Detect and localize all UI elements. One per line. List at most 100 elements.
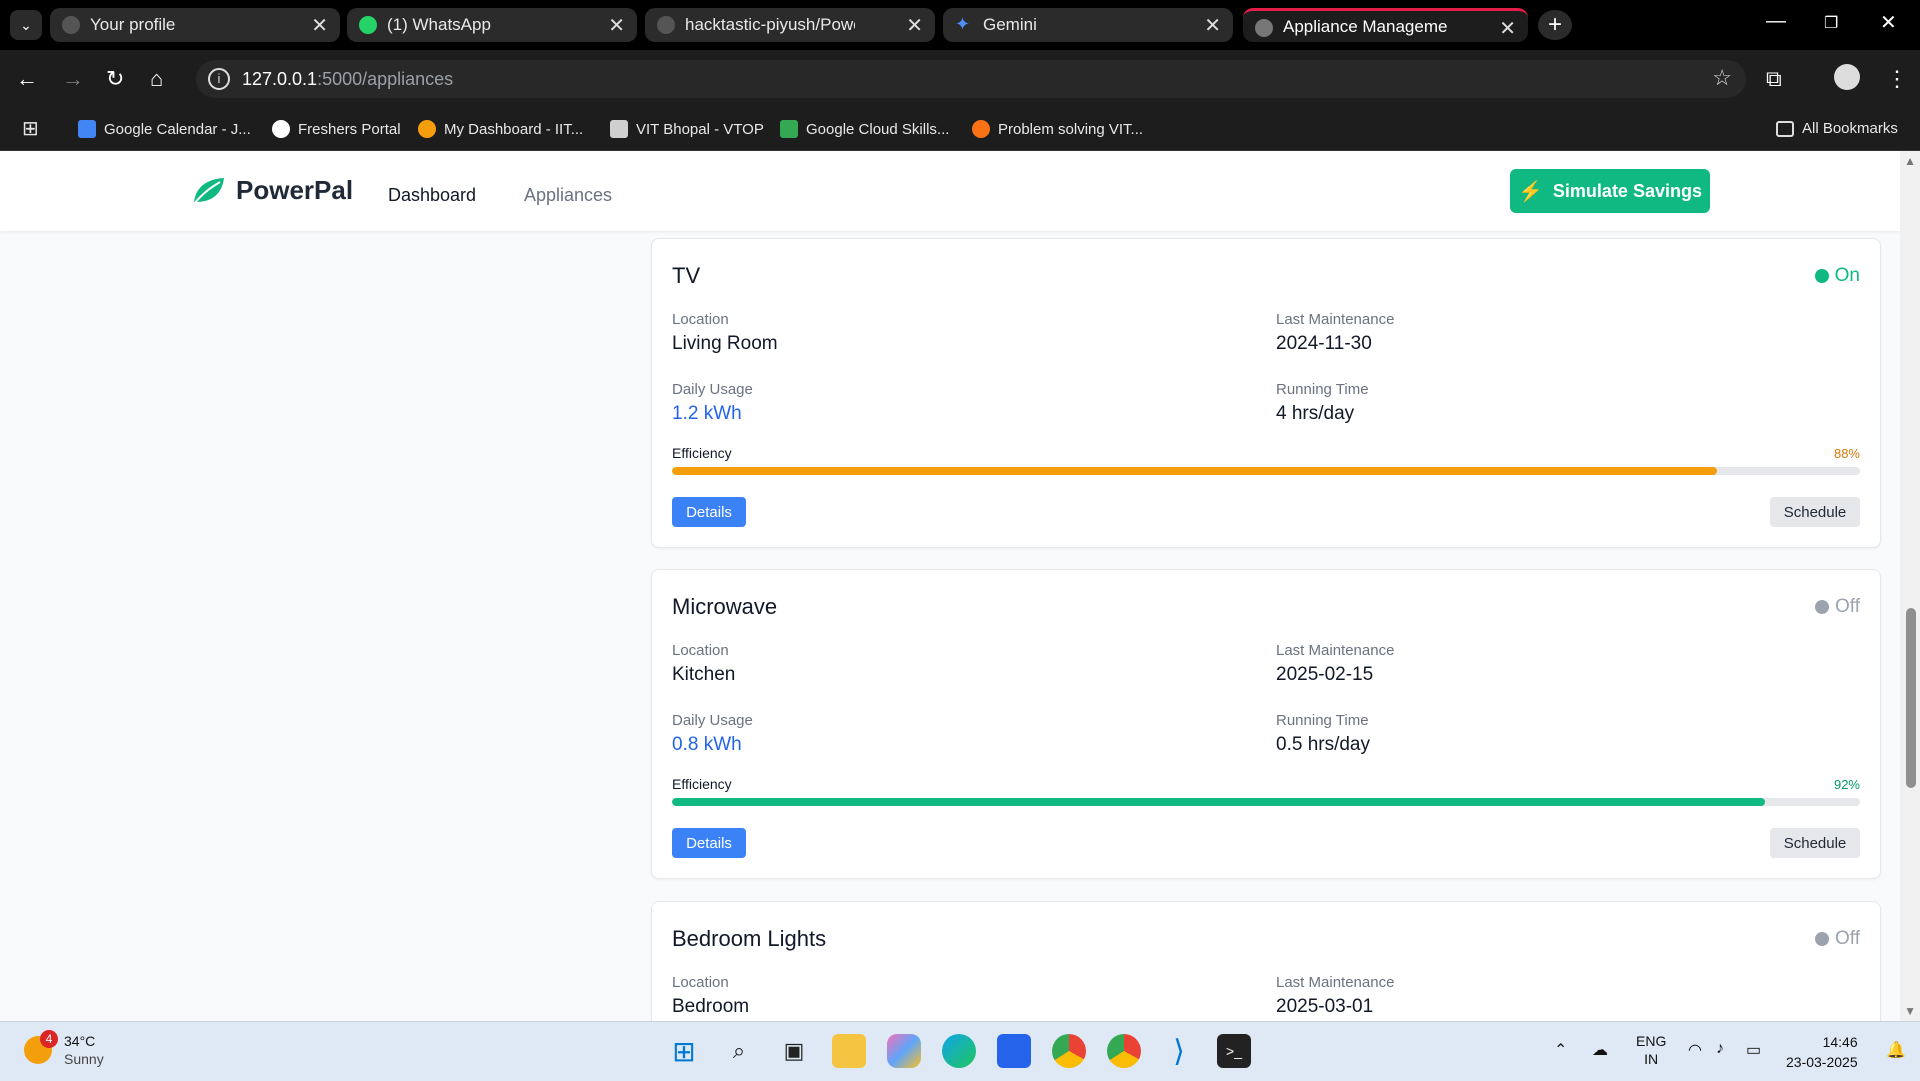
details-button[interactable]: Details: [672, 497, 746, 527]
scrollbar-thumb[interactable]: [1906, 608, 1916, 788]
clock-time: 14:46: [1822, 1034, 1858, 1050]
edge-icon[interactable]: [942, 1034, 976, 1068]
minimize-icon[interactable]: —: [1766, 10, 1786, 33]
tab-label: Your profile: [90, 15, 176, 34]
wifi-icon[interactable]: ◠: [1688, 1040, 1702, 1060]
task-view-icon[interactable]: ▣: [777, 1034, 811, 1068]
close-icon[interactable]: ✕: [1204, 13, 1221, 38]
calendar-icon: [78, 120, 96, 138]
tab-github-repo[interactable]: hacktastic-piyush/PowerPal-Pro ✕: [645, 8, 935, 42]
dashboard-icon: [418, 120, 436, 138]
nav-appliances[interactable]: Appliances: [524, 185, 612, 206]
chrome-profile-icon[interactable]: [1107, 1034, 1141, 1068]
battery-icon[interactable]: ▭: [1746, 1040, 1761, 1060]
vtop-icon: [610, 120, 628, 138]
apps-grid-icon[interactable]: ⊞: [22, 116, 39, 141]
terminal-icon[interactable]: >_: [1217, 1034, 1251, 1068]
simulate-savings-label: Simulate Savings: [1552, 180, 1702, 201]
efficiency-bar-fill: [672, 798, 1765, 806]
file-explorer-icon[interactable]: [832, 1034, 866, 1068]
browser-tab-bar: ⌄ Your profile ✕ (1) WhatsApp ✕ hacktast…: [0, 0, 1920, 50]
copilot-icon[interactable]: [887, 1034, 921, 1068]
maintenance-label: Last Maintenance: [1276, 642, 1395, 659]
brand-logo[interactable]: PowerPal: [190, 175, 353, 206]
github-icon: [62, 16, 80, 34]
page-viewport: PowerPal Dashboard Appliances ⚡ Simulate…: [0, 151, 1900, 1021]
page-scrollbar[interactable]: [1900, 151, 1920, 1021]
status-badge: Off: [1815, 596, 1860, 618]
status-badge: On: [1814, 265, 1860, 287]
bookmark-item[interactable]: VIT Bhopal - VTOP: [610, 120, 764, 138]
nav-dashboard[interactable]: Dashboard: [388, 185, 476, 206]
scroll-down-icon[interactable]: ▼: [1904, 1004, 1916, 1018]
details-button[interactable]: Details: [672, 828, 746, 858]
bookmark-item[interactable]: Google Cloud Skills...: [780, 120, 949, 138]
scroll-up-icon[interactable]: ▲: [1904, 154, 1916, 168]
windows-start-icon[interactable]: ⊞: [667, 1034, 701, 1068]
bookmark-item[interactable]: Google Calendar - J...: [78, 120, 251, 138]
volume-icon[interactable]: ♪: [1716, 1040, 1724, 1058]
store-icon[interactable]: [997, 1034, 1031, 1068]
appliance-name: TV: [672, 263, 701, 288]
tab-label: Gemini: [983, 15, 1037, 34]
maintenance-value: 2025-03-01: [1276, 996, 1374, 1017]
chrome-icon[interactable]: [1052, 1034, 1086, 1068]
reload-icon[interactable]: ↻: [106, 66, 124, 92]
tab-gemini[interactable]: ✦ Gemini ✕: [943, 8, 1233, 42]
efficiency-percent: 92%: [1833, 777, 1860, 792]
home-icon[interactable]: ⌂: [150, 66, 163, 92]
tab-search-button[interactable]: ⌄: [10, 10, 42, 40]
close-icon[interactable]: ✕: [906, 13, 923, 38]
new-tab-button[interactable]: +: [1538, 10, 1572, 40]
location-label: Location: [672, 974, 729, 991]
tab-appliance-management[interactable]: Appliance Management - Energ ✕: [1243, 8, 1528, 42]
extensions-icon[interactable]: ⧉: [1766, 66, 1782, 92]
bookmark-item[interactable]: My Dashboard - IIT...: [418, 120, 583, 138]
weather-condition: Sunny: [64, 1051, 104, 1067]
efficiency-label: Efficiency: [672, 445, 732, 461]
sun-icon: 4: [24, 1030, 58, 1064]
restore-icon[interactable]: ❐: [1824, 13, 1838, 33]
tab-label: hacktastic-piyush/PowerPal-Pro: [685, 15, 855, 34]
notifications-icon[interactable]: 🔔: [1886, 1040, 1906, 1060]
onedrive-icon[interactable]: ☁: [1592, 1040, 1608, 1060]
appliance-name: Microwave: [672, 594, 778, 619]
simulate-savings-button[interactable]: ⚡ Simulate Savings: [1510, 169, 1710, 213]
show-hidden-icons[interactable]: ⌃: [1554, 1040, 1567, 1060]
menu-icon[interactable]: ⋮: [1886, 66, 1908, 92]
leaf-icon: [193, 177, 224, 205]
bookmark-item[interactable]: Freshers Portal: [272, 120, 401, 138]
back-icon[interactable]: ←: [16, 66, 38, 92]
close-icon[interactable]: ✕: [311, 13, 328, 38]
usage-value: 0.8 kWh: [672, 734, 742, 755]
schedule-button[interactable]: Schedule: [1770, 828, 1860, 858]
efficiency-bar: [672, 798, 1860, 806]
all-bookmarks[interactable]: All Bookmarks: [1776, 120, 1898, 137]
close-window-icon[interactable]: ✕: [1880, 10, 1897, 35]
forward-icon[interactable]: →: [62, 66, 84, 92]
bookmark-star-icon[interactable]: ☆: [1712, 65, 1732, 91]
infinity-icon: [972, 120, 990, 138]
address-bar[interactable]: i 127.0.0.1:5000/appliances ☆: [196, 60, 1746, 98]
bookmark-item[interactable]: Problem solving VIT...: [972, 120, 1143, 138]
appliance-card: TV On Location Living Room Last Maintena…: [651, 238, 1881, 548]
close-icon[interactable]: ✕: [1499, 16, 1516, 41]
running-time-label: Running Time: [1276, 712, 1369, 729]
site-info-icon[interactable]: i: [208, 68, 230, 90]
profile-avatar[interactable]: [1834, 64, 1860, 90]
cloud-icon: [780, 120, 798, 138]
weather-widget[interactable]: 4 34°C Sunny: [24, 1030, 104, 1068]
tab-whatsapp[interactable]: (1) WhatsApp ✕: [347, 8, 637, 42]
tab-your-profile[interactable]: Your profile ✕: [50, 8, 340, 42]
gemini-icon: ✦: [955, 14, 971, 34]
schedule-button[interactable]: Schedule: [1770, 497, 1860, 527]
search-icon[interactable]: ⌕: [722, 1034, 756, 1068]
status-dot: [1815, 932, 1829, 946]
running-time-value: 4 hrs/day: [1276, 403, 1355, 424]
close-icon[interactable]: ✕: [608, 13, 625, 38]
system-clock[interactable]: 14:46 23-03-2025: [1786, 1032, 1858, 1072]
maintenance-value: 2024-11-30: [1276, 333, 1372, 354]
maintenance-label: Last Maintenance: [1276, 311, 1395, 328]
language-indicator[interactable]: ENG IN: [1636, 1032, 1666, 1068]
vscode-icon[interactable]: ⟩: [1162, 1034, 1196, 1068]
